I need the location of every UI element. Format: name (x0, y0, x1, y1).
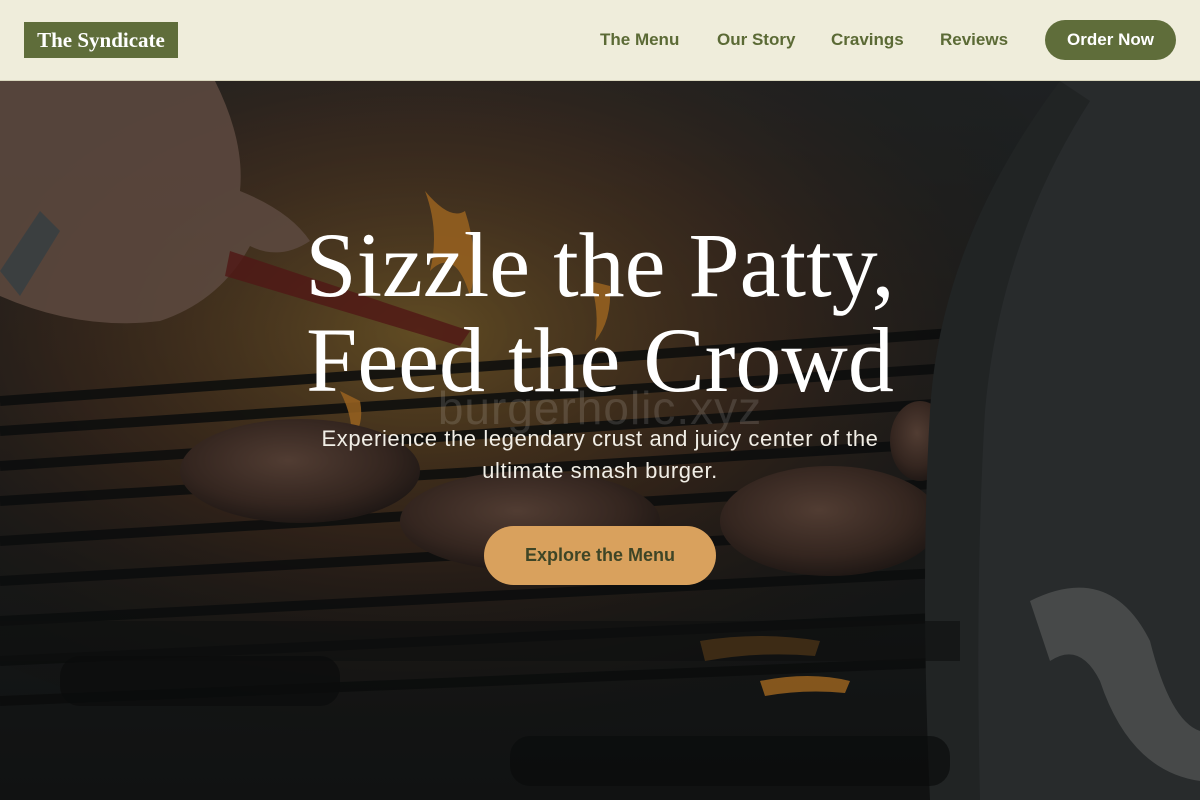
hero-title-line-1: Sizzle the Patty, (305, 214, 895, 316)
nav-cravings[interactable]: Cravings (831, 0, 904, 80)
hero-subtitle: Experience the legendary crust and juicy… (250, 423, 950, 487)
hero-section: Sizzle the Patty, Feed the Crowd burgerh… (0, 81, 1200, 800)
nav-reviews[interactable]: Reviews (940, 0, 1008, 80)
logo[interactable]: The Syndicate (24, 22, 178, 58)
hero-subtitle-line-2: ultimate smash burger. (482, 458, 718, 483)
site-header: The Syndicate The Menu Our Story Craving… (0, 0, 1200, 81)
nav-our-story[interactable]: Our Story (717, 0, 795, 80)
hero-subtitle-line-1: Experience the legendary crust and juicy… (321, 426, 879, 451)
explore-menu-button[interactable]: Explore the Menu (484, 526, 716, 585)
nav-the-menu[interactable]: The Menu (600, 0, 679, 80)
hero-title: Sizzle the Patty, Feed the Crowd (200, 218, 1000, 408)
order-now-button[interactable]: Order Now (1045, 20, 1176, 60)
